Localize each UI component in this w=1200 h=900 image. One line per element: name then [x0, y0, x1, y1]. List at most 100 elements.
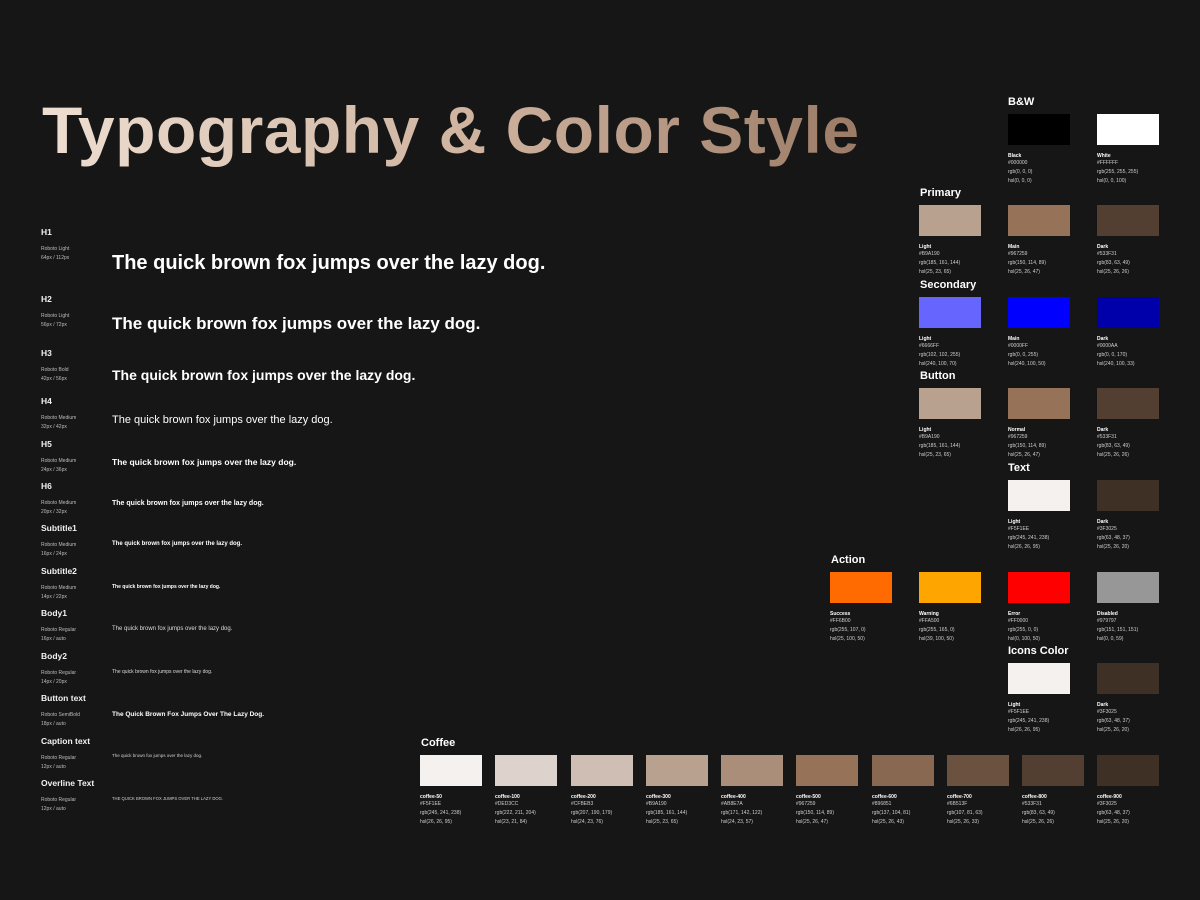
style-name: H6	[41, 481, 52, 491]
swatch-hsl: hsl(24, 23, 76)	[571, 819, 603, 825]
swatch-hex: #B9A190	[646, 801, 667, 807]
style-name: H1	[41, 227, 52, 237]
swatch-rgb: rgb(185, 161, 144)	[919, 443, 961, 449]
swatch-hex: #F5F1EE	[1008, 526, 1030, 532]
style-size: 12px / auto	[41, 764, 66, 770]
swatch-hex: #AB8E7A	[721, 801, 743, 807]
icons-group-title: Icons Color	[1008, 645, 1069, 657]
swatch-hsl: hsl(0, 0, 59)	[1097, 636, 1124, 642]
swatch-hsl: hsl(240, 100, 50)	[1008, 361, 1046, 367]
swatch-rgb: rgb(150, 114, 89)	[1008, 443, 1046, 449]
swatch-hsl: hsl(25, 26, 20)	[1097, 727, 1129, 733]
swatch-hsl: hsl(24, 23, 57)	[721, 819, 753, 825]
style-font: Roboto Regular	[41, 627, 77, 633]
swatch-hsl: hsl(25, 23, 65)	[919, 452, 951, 458]
swatch-rgb: rgb(83, 63, 49)	[1097, 443, 1130, 449]
swatch-hex: #533F31	[1097, 434, 1117, 440]
swatch-rgb: rgb(255, 107, 0)	[830, 627, 866, 633]
color-swatch: coffee-400 #AB8E7A rgb(171, 142, 122) hsl(2…	[721, 755, 783, 827]
color-swatch: coffee-500 #967259 rgb(150, 114, 89) hsl(25…	[796, 755, 858, 827]
swatch-hsl: hsl(25, 26, 20)	[1097, 819, 1129, 825]
swatch-rgb: rgb(107, 81, 63)	[947, 810, 983, 816]
swatch-rgb: rgb(171, 142, 122)	[721, 810, 763, 816]
swatch-hsl: hsl(26, 26, 95)	[1008, 544, 1040, 550]
color-swatch: White #FFFFFF rgb(255, 255, 255) hsl(0, 0, …	[1097, 114, 1159, 186]
swatch-hex: #3F3025	[1097, 526, 1117, 532]
style-name: Subtitle1	[41, 523, 77, 533]
color-swatch: Dark #533F31 rgb(83, 63, 49) hsl(25, 26, 26…	[1097, 388, 1159, 460]
swatch-rgb: rgb(255, 255, 255)	[1097, 169, 1139, 175]
swatch-rgb: rgb(63, 48, 37)	[1097, 535, 1130, 541]
sample-h6: The quick brown fox jumps over the lazy …	[112, 500, 264, 507]
type-row: Subtitle2 Roboto Medium 14px / 22px	[41, 566, 77, 602]
style-size: 12px / auto	[41, 806, 66, 812]
swatch-hex: #FF0000	[1008, 618, 1029, 624]
sample-h4: The quick brown fox jumps over the lazy …	[112, 414, 333, 426]
color-chip	[919, 297, 981, 328]
style-name: Caption text	[41, 736, 91, 746]
sample-h2: The quick brown fox jumps over the lazy …	[112, 314, 481, 333]
swatch-rgb: rgb(0, 0, 170)	[1097, 352, 1128, 358]
color-chip	[1008, 297, 1070, 328]
color-swatch: Dark #3F3025 rgb(63, 48, 37) hsl(25, 26, 20…	[1097, 480, 1159, 552]
style-name: H2	[41, 294, 52, 304]
style-name: Subtitle2	[41, 566, 77, 576]
swatch-hsl: hsl(25, 26, 47)	[796, 819, 828, 825]
sample-h3: The quick brown fox jumps over the lazy …	[112, 367, 416, 383]
style-font: Roboto Bold	[41, 367, 69, 373]
color-swatch: Light #6666FF rgb(102, 102, 255) hsl(240, 1…	[919, 297, 981, 369]
style-font: Roboto Medium	[41, 415, 77, 421]
type-row: H5 Roboto Medium 24px / 36px	[41, 439, 76, 475]
color-swatch: Main #0000FF rgb(0, 0, 255) hsl(240, 100, 5…	[1008, 297, 1070, 369]
swatch-hsl: hsl(0, 100, 50)	[1008, 636, 1040, 642]
style-name: H4	[41, 396, 52, 406]
color-swatch: Success #FF6B00 rgb(255, 107, 0) hsl(25, 10…	[830, 572, 892, 644]
swatch-rgb: rgb(102, 102, 255)	[919, 352, 961, 358]
style-font: Roboto SemiBold	[41, 712, 80, 718]
color-chip	[919, 572, 981, 603]
color-chip	[1097, 388, 1159, 419]
type-row: H1 Roboto Light 64px / 112px	[41, 227, 69, 263]
style-name: Body2	[41, 651, 67, 661]
type-row: Body1 Roboto Regular 16px / auto	[41, 608, 76, 644]
swatch-hsl: hsl(25, 26, 47)	[1008, 269, 1040, 275]
coffee-group-title: Coffee	[421, 737, 456, 749]
swatch-hex: #B9A190	[919, 434, 940, 440]
type-row: H3 Roboto Bold 42px / 56px	[41, 348, 69, 384]
color-chip	[1008, 663, 1070, 694]
page-title: Typography & Color Style	[42, 93, 860, 167]
color-swatch: coffee-600 #896851 rgb(137, 104, 81) hsl(25…	[872, 755, 934, 827]
color-chip	[872, 755, 934, 786]
color-swatch: coffee-900 #3F3025 rgb(63, 48, 37) hsl(25, …	[1097, 755, 1159, 827]
swatch-rgb: rgb(0, 0, 255)	[1008, 352, 1039, 358]
swatch-hex: #3F3025	[1097, 709, 1117, 715]
swatch-rgb: rgb(185, 161, 144)	[646, 810, 688, 816]
swatch-hex: #979797	[1097, 618, 1117, 624]
color-chip	[796, 755, 858, 786]
style-size: 14px / 22px	[41, 594, 67, 600]
swatch-rgb: rgb(63, 48, 37)	[1097, 810, 1130, 816]
color-swatch: coffee-50 #F5F1EE rgb(245, 241, 238) hsl(26…	[420, 755, 482, 827]
swatch-hex: #DED3CC	[495, 801, 519, 807]
style-name: H3	[41, 348, 52, 358]
swatch-hex: #F5F1EE	[420, 801, 442, 807]
color-swatch: Dark #0000AA rgb(0, 0, 170) hsl(240, 100, 3…	[1097, 297, 1159, 369]
swatch-rgb: rgb(63, 48, 37)	[1097, 718, 1130, 724]
swatch-hex: #6666FF	[919, 343, 940, 349]
color-swatch: Main #967259 rgb(150, 114, 89) hsl(25, 26, …	[1008, 205, 1070, 277]
swatch-hex: #0000FF	[1008, 343, 1029, 349]
color-chip	[947, 755, 1009, 786]
action-group-title: Action	[831, 554, 866, 566]
style-size: 64px / 112px	[41, 255, 70, 261]
swatch-hsl: hsl(26, 26, 95)	[1008, 727, 1040, 733]
swatch-hsl: hsl(240, 100, 33)	[1097, 361, 1135, 367]
swatch-rgb: rgb(150, 114, 89)	[796, 810, 834, 816]
sample-body2: The quick brown fox jumps over the lazy …	[112, 669, 213, 675]
color-chip	[1008, 205, 1070, 236]
color-chip	[1008, 388, 1070, 419]
swatch-rgb: rgb(83, 63, 49)	[1022, 810, 1055, 816]
sample-h1: The quick brown fox jumps over the lazy …	[112, 252, 546, 274]
swatch-hsl: hsl(25, 23, 65)	[919, 269, 951, 275]
swatch-hsl: hsl(39, 100, 50)	[919, 636, 954, 642]
swatch-rgb: rgb(245, 241, 238)	[1008, 718, 1050, 724]
